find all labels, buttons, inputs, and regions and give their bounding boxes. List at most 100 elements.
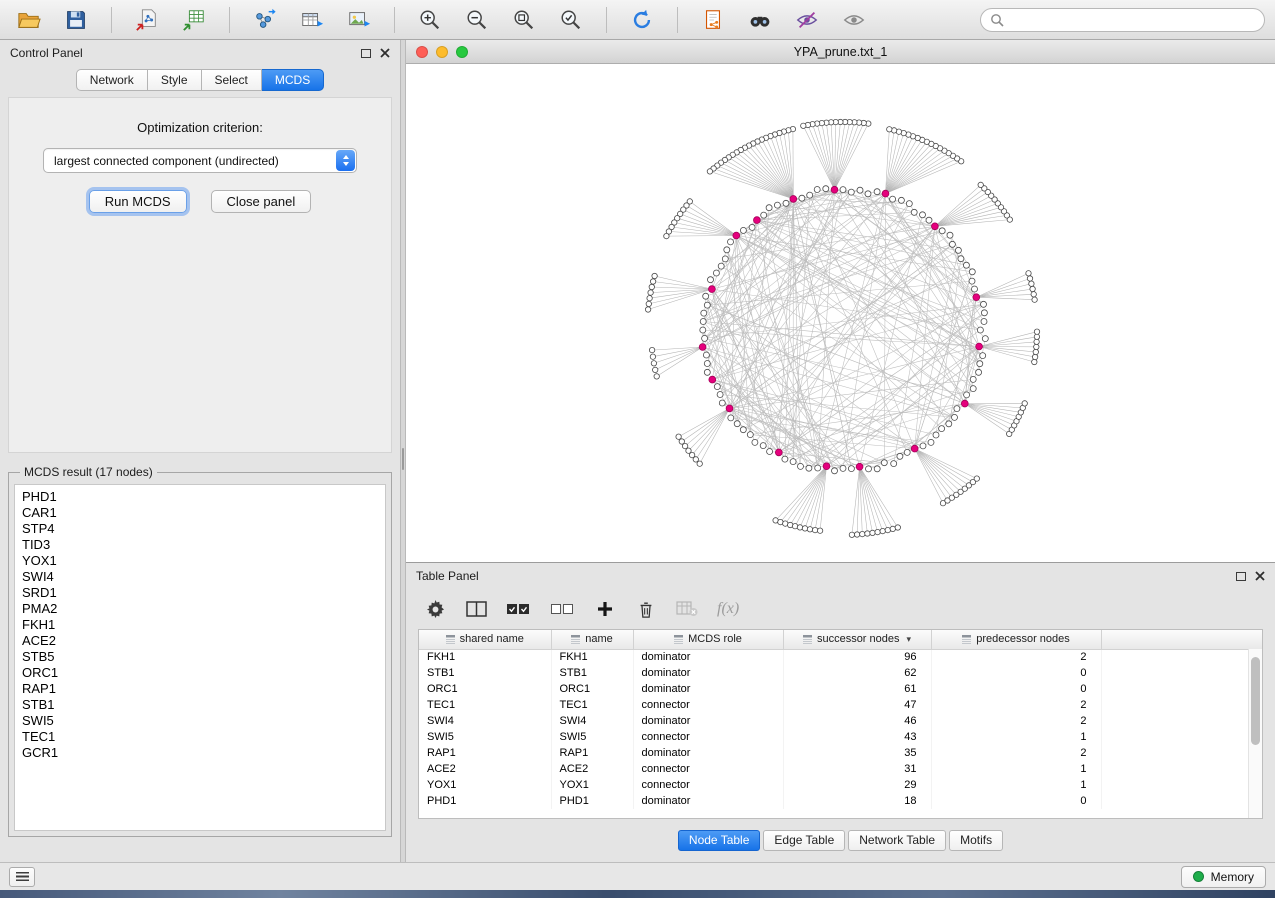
zoom-out-icon — [465, 8, 489, 32]
table-row[interactable]: SWI4SWI4dominator462 — [419, 713, 1262, 729]
table-row[interactable]: STB1STB1dominator620 — [419, 665, 1262, 681]
zoom-in-button[interactable] — [411, 4, 449, 36]
tab-network-table[interactable]: Network Table — [848, 830, 946, 851]
column-header-name[interactable]: name — [551, 630, 633, 649]
table-panel-title: Table Panel — [416, 569, 479, 583]
column-header-MCDS-role[interactable]: MCDS role — [633, 630, 783, 649]
mcds-result-item[interactable]: FKH1 — [22, 617, 385, 633]
table-tabs: Node TableEdge TableNetwork TableMotifs — [406, 819, 1275, 862]
search-input[interactable] — [1010, 13, 1255, 27]
mcds-result-item[interactable]: RAP1 — [22, 681, 385, 697]
mcds-result-item[interactable]: SRD1 — [22, 585, 385, 601]
tab-select[interactable]: Select — [202, 69, 262, 91]
table-row[interactable]: RAP1RAP1dominator352 — [419, 745, 1262, 761]
column-type-icon — [803, 635, 812, 643]
add-row-button[interactable] — [594, 597, 616, 621]
delete-table-button[interactable] — [676, 597, 698, 621]
import-table-icon — [182, 8, 206, 32]
mcds-result-item[interactable]: YOX1 — [22, 553, 385, 569]
mcds-result-item[interactable]: PHD1 — [22, 489, 385, 505]
mcds-result-item[interactable]: ACE2 — [22, 633, 385, 649]
tab-mcds[interactable]: MCDS — [262, 69, 324, 91]
export-network-button[interactable] — [246, 4, 284, 36]
close-window-icon[interactable] — [416, 46, 428, 58]
column-header-shared-name[interactable]: shared name — [419, 630, 551, 649]
select-all-button[interactable] — [506, 597, 531, 621]
close-table-panel-icon[interactable] — [1255, 571, 1265, 581]
mcds-result-item[interactable]: SWI4 — [22, 569, 385, 585]
mcds-result-item[interactable]: STP4 — [22, 521, 385, 537]
table-row[interactable]: FKH1FKH1dominator962 — [419, 649, 1262, 665]
tab-motifs[interactable]: Motifs — [949, 830, 1003, 851]
table-scrollbar[interactable] — [1248, 649, 1262, 818]
optimization-criterion-label: Optimization criterion: — [9, 120, 391, 135]
clipboard-share-button[interactable] — [694, 4, 732, 36]
mcds-result-item[interactable]: PMA2 — [22, 601, 385, 617]
mcds-result-item[interactable]: CAR1 — [22, 505, 385, 521]
table-row[interactable]: TEC1TEC1connector472 — [419, 697, 1262, 713]
window-controls — [416, 46, 468, 58]
show-all-button[interactable] — [835, 4, 873, 36]
open-file-button[interactable] — [10, 4, 48, 36]
hide-selected-icon — [795, 8, 819, 32]
close-panel-icon[interactable] — [380, 48, 390, 58]
mcds-result-item[interactable]: ORC1 — [22, 665, 385, 681]
refresh-layout-button[interactable] — [623, 4, 661, 36]
table-row[interactable]: SWI5SWI5connector431 — [419, 729, 1262, 745]
maximize-window-icon[interactable] — [456, 46, 468, 58]
export-image-button[interactable] — [340, 4, 378, 36]
close-panel-button[interactable]: Close panel — [211, 190, 312, 213]
tab-edge-table[interactable]: Edge Table — [763, 830, 845, 851]
function-builder-button[interactable]: f(x) — [717, 597, 739, 621]
zoom-selected-button[interactable] — [552, 4, 590, 36]
export-network-icon — [253, 8, 277, 32]
mcds-result-item[interactable]: STB5 — [22, 649, 385, 665]
float-table-panel-icon[interactable] — [1236, 572, 1246, 581]
mcds-result-item[interactable]: TEC1 — [22, 729, 385, 745]
network-graph[interactable] — [406, 64, 1275, 562]
import-table-button[interactable] — [175, 4, 213, 36]
mcds-tab-content: Optimization criterion: largest connecte… — [8, 97, 392, 453]
import-network-button[interactable] — [128, 4, 166, 36]
scrollbar-thumb[interactable] — [1251, 657, 1260, 745]
dropdown-stepper-icon — [336, 150, 355, 171]
search-network-button[interactable] — [741, 4, 779, 36]
export-table-button[interactable] — [293, 4, 331, 36]
float-panel-icon[interactable] — [361, 49, 371, 58]
open-file-icon — [17, 8, 41, 32]
run-mcds-button[interactable]: Run MCDS — [89, 190, 187, 213]
network-window: YPA_prune.txt_1 — [406, 40, 1275, 563]
mcds-result-item[interactable]: STB1 — [22, 697, 385, 713]
zoom-fit-button[interactable] — [505, 4, 543, 36]
table-row[interactable]: ORC1ORC1dominator610 — [419, 681, 1262, 697]
settings-button[interactable] — [424, 597, 446, 621]
criterion-dropdown[interactable]: largest connected component (undirected) — [43, 148, 357, 173]
save-session-button[interactable] — [57, 4, 95, 36]
table-row[interactable]: YOX1YOX1connector291 — [419, 777, 1262, 793]
zoom-out-button[interactable] — [458, 4, 496, 36]
tab-network[interactable]: Network — [76, 69, 148, 91]
sort-dropdown-icon[interactable]: ▾ — [907, 634, 912, 644]
divider-grip-icon — [402, 448, 404, 470]
desktop-background — [0, 890, 1275, 898]
table-row[interactable]: PHD1PHD1dominator180 — [419, 793, 1262, 809]
column-header-successor-nodes[interactable]: successor nodes▾ — [783, 630, 931, 649]
hide-selected-button[interactable] — [788, 4, 826, 36]
table-panel: Table Panel f(x) shared namenameMCDS rol… — [406, 563, 1275, 862]
mcds-result-item[interactable]: GCR1 — [22, 745, 385, 761]
minimize-window-icon[interactable] — [436, 46, 448, 58]
tab-node-table[interactable]: Node Table — [678, 830, 761, 851]
column-header-predecessor-nodes[interactable]: predecessor nodes — [931, 630, 1101, 649]
tab-style[interactable]: Style — [148, 69, 202, 91]
search-box[interactable] — [980, 8, 1265, 32]
main-toolbar — [0, 0, 1275, 40]
mcds-result-item[interactable]: TID3 — [22, 537, 385, 553]
mcds-result-item[interactable]: SWI5 — [22, 713, 385, 729]
table-row[interactable]: ACE2ACE2connector311 — [419, 761, 1262, 777]
column-visibility-button[interactable] — [465, 597, 487, 621]
memory-button[interactable]: Memory — [1181, 866, 1266, 888]
delete-row-button[interactable] — [635, 597, 657, 621]
panel-menu-button[interactable] — [9, 867, 35, 887]
network-canvas[interactable] — [406, 64, 1275, 562]
deselect-all-button[interactable] — [550, 597, 575, 621]
